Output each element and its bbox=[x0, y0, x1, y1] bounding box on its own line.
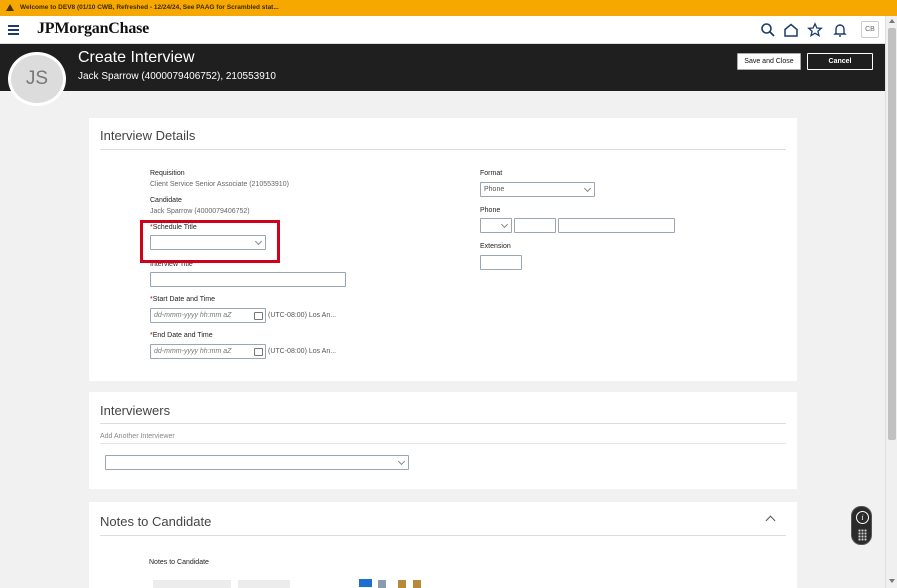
scrollbar-thumb[interactable] bbox=[888, 28, 896, 440]
format-select[interactable]: Phone bbox=[480, 182, 595, 197]
page-title: Create Interview bbox=[78, 49, 195, 66]
start-timezone: (UTC-08:00) Los An... bbox=[268, 312, 337, 319]
end-date-placeholder: dd-mmm-yyyy hh:mm aZ bbox=[154, 348, 232, 355]
start-date-input[interactable]: dd-mmm-yyyy hh:mm aZ bbox=[150, 308, 266, 323]
chevron-down-icon bbox=[397, 457, 406, 466]
start-date-label-text: Start Date and Time bbox=[152, 296, 215, 303]
home-icon[interactable] bbox=[783, 22, 799, 38]
warning-icon bbox=[6, 4, 14, 11]
candidate-label: Candidate bbox=[150, 197, 182, 204]
info-icon: i bbox=[856, 511, 869, 524]
phone-country-select[interactable] bbox=[480, 218, 512, 233]
star-icon[interactable] bbox=[807, 22, 823, 38]
end-date-input[interactable]: dd-mmm-yyyy hh:mm aZ bbox=[150, 344, 266, 359]
scroll-down-icon[interactable] bbox=[889, 579, 895, 583]
avatar: JS bbox=[8, 52, 66, 106]
end-date-label-text: End Date and Time bbox=[152, 332, 213, 339]
calendar-icon[interactable] bbox=[254, 312, 263, 320]
chevron-down-icon bbox=[500, 220, 509, 229]
help-widget[interactable]: i bbox=[851, 506, 872, 545]
interview-title-input[interactable] bbox=[150, 272, 346, 287]
requisition-label: Requisition bbox=[150, 170, 185, 177]
format-value: Phone bbox=[484, 186, 505, 193]
end-timezone: (UTC-08:00) Los An... bbox=[268, 348, 337, 355]
chevron-down-icon bbox=[583, 184, 592, 193]
divider bbox=[100, 535, 786, 536]
end-date-label: *End Date and Time bbox=[150, 332, 213, 339]
requisition-value: Client Service Senior Associate (2105539… bbox=[150, 181, 289, 188]
phone-number-input[interactable] bbox=[558, 218, 675, 233]
phone-label: Phone bbox=[480, 207, 501, 214]
section-title-notes: Notes to Candidate bbox=[100, 514, 212, 529]
brand-logo[interactable]: JPMorganChase bbox=[37, 20, 149, 38]
start-date-placeholder: dd-mmm-yyyy hh:mm aZ bbox=[154, 312, 232, 319]
font-size-select[interactable] bbox=[238, 580, 290, 588]
hamburger-icon[interactable] bbox=[8, 25, 19, 35]
format-label: Format bbox=[480, 170, 503, 177]
add-interviewer-label: Add Another Interviewer bbox=[100, 433, 175, 440]
user-menu[interactable]: CB bbox=[861, 21, 879, 38]
section-title-interviewers: Interviewers bbox=[100, 403, 171, 418]
candidate-value: Jack Sparrow (4000079406752) bbox=[150, 208, 250, 215]
notes-card: Notes to Candidate Notes to Candidate bbox=[89, 502, 797, 588]
save-and-close-button[interactable]: Save and Close bbox=[737, 53, 801, 70]
interviewer-select[interactable] bbox=[105, 455, 409, 470]
divider bbox=[100, 443, 786, 444]
editor-toolbar-button[interactable] bbox=[398, 580, 406, 588]
divider bbox=[100, 423, 786, 424]
calendar-icon[interactable] bbox=[254, 348, 263, 356]
extension-input[interactable] bbox=[480, 255, 522, 270]
cancel-button[interactable]: Cancel bbox=[807, 53, 873, 70]
scroll-up-icon[interactable] bbox=[889, 19, 895, 23]
scrollbar[interactable] bbox=[885, 16, 897, 588]
search-icon[interactable] bbox=[760, 22, 776, 38]
editor-toolbar-button[interactable] bbox=[378, 580, 386, 588]
bell-icon[interactable] bbox=[832, 22, 848, 38]
highlight-box bbox=[140, 220, 280, 263]
start-date-label: *Start Date and Time bbox=[150, 296, 215, 303]
page-header: Create Interview Jack Sparrow (400007940… bbox=[0, 44, 885, 91]
banner-text: Welcome to DEV8 (01/10 CWB, Refreshed - … bbox=[20, 4, 279, 11]
editor-toolbar-button[interactable] bbox=[413, 580, 421, 588]
notes-field-label: Notes to Candidate bbox=[149, 559, 209, 566]
editor-toolbar-button[interactable] bbox=[359, 579, 372, 587]
keypad-icon bbox=[858, 529, 867, 541]
interviewers-card: Interviewers Add Another Interviewer bbox=[89, 392, 797, 489]
divider bbox=[100, 149, 786, 150]
section-title-interview-details: Interview Details bbox=[100, 128, 196, 143]
global-header: JPMorganChase CB bbox=[0, 16, 885, 44]
phone-area-input[interactable] bbox=[514, 218, 556, 233]
extension-label: Extension bbox=[480, 243, 511, 250]
font-family-select[interactable] bbox=[153, 580, 231, 588]
page-subtitle: Jack Sparrow (4000079406752), 210553910 bbox=[78, 71, 276, 82]
environment-banner: Welcome to DEV8 (01/10 CWB, Refreshed - … bbox=[0, 0, 897, 16]
